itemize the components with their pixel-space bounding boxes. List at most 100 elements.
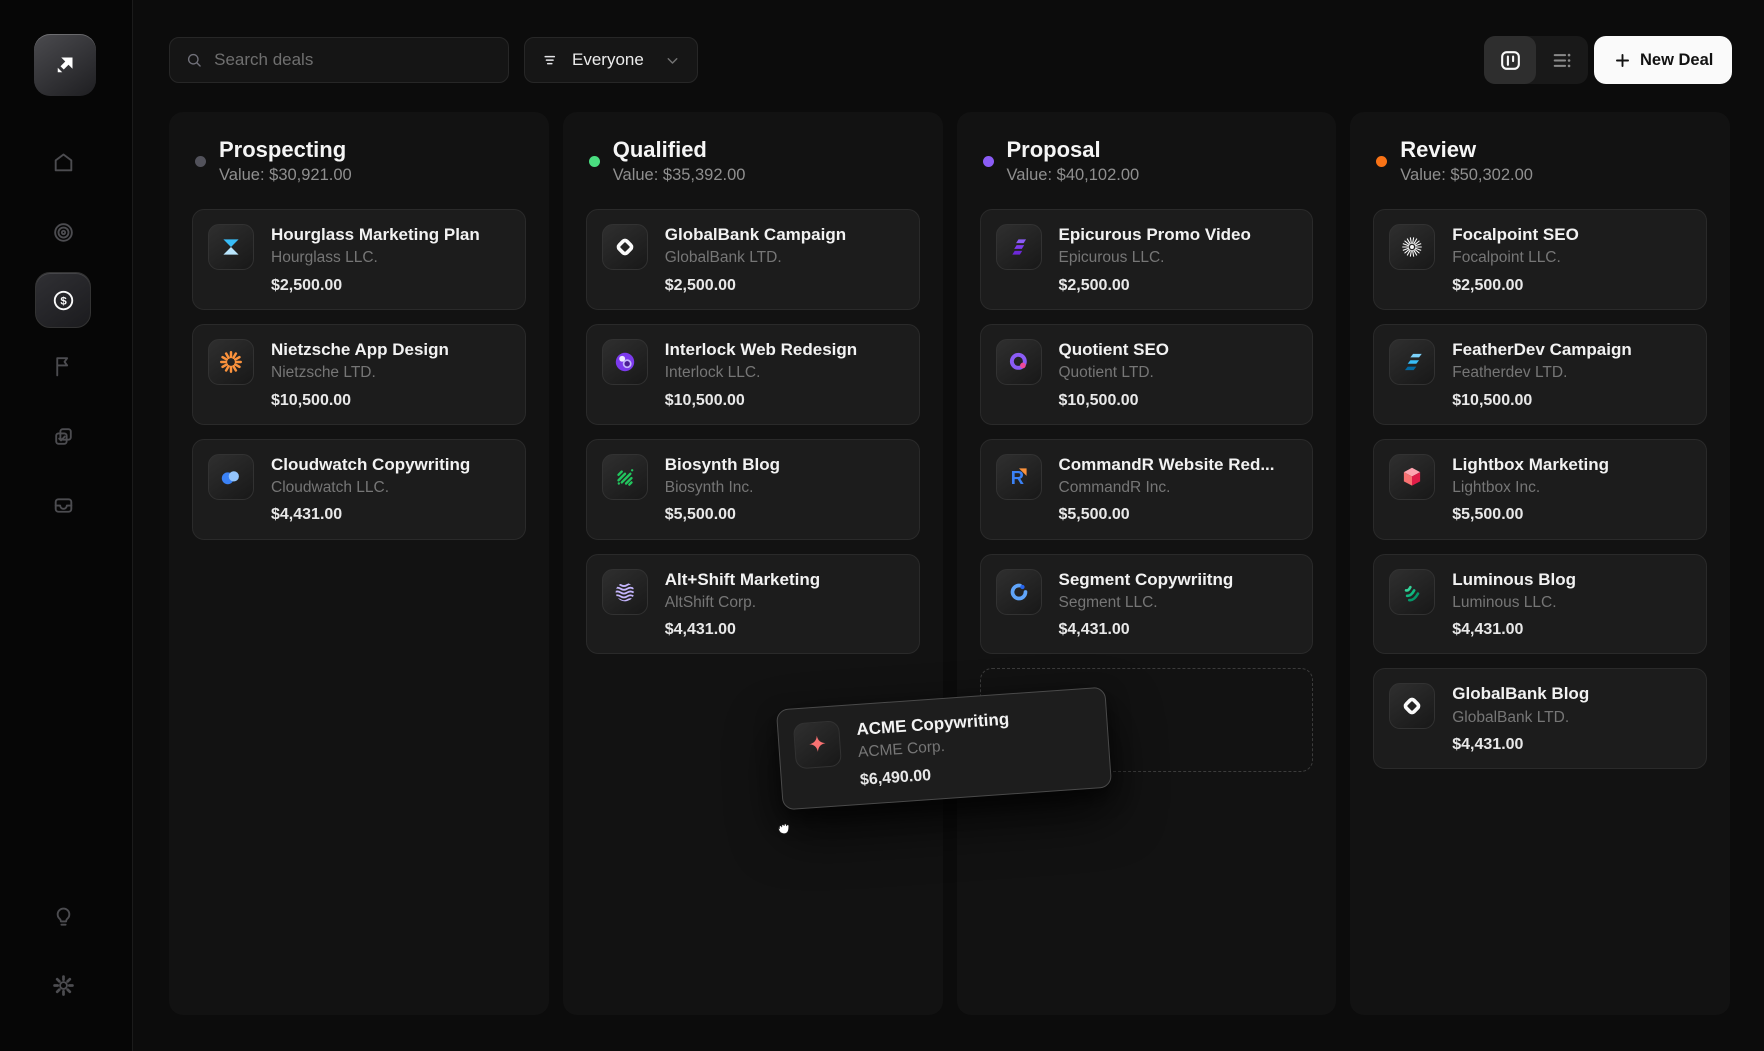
deal-card[interactable]: Biosynth Blog Biosynth Inc. $5,500.00: [586, 439, 920, 540]
flag-icon: [51, 354, 76, 379]
sidebar-item-ideas[interactable]: [39, 892, 87, 940]
home-icon: [51, 150, 76, 175]
deal-card[interactable]: FeatherDev CampaignFeatherdev LTD.$10,50…: [1373, 324, 1707, 425]
deal-title: Alt+Shift Marketing: [665, 569, 904, 590]
sidebar-item-home[interactable]: [39, 138, 87, 186]
column-proposal: Proposal Value: $40,102.00 Epicurous Promo…: [957, 112, 1337, 1015]
settings-icon: [51, 973, 76, 998]
deal-title: CommandR Website Red...: [1059, 454, 1298, 475]
card-list: GlobalBank CampaignGlobalBank LTD.$2,500…: [586, 209, 920, 654]
column-value: Value: $40,102.00: [1007, 166, 1140, 185]
arrow-logo-icon: [50, 50, 80, 80]
deal-title: Hourglass Marketing Plan: [271, 224, 510, 245]
deal-amount: $4,431.00: [1059, 620, 1298, 639]
deal-amount: $2,500.00: [271, 276, 510, 295]
deal-amount: $5,500.00: [1059, 505, 1298, 524]
deal-amount: $10,500.00: [665, 391, 904, 410]
epicurous-icon: [996, 224, 1042, 270]
app-logo[interactable]: [34, 34, 96, 96]
altshift-icon: [602, 569, 648, 615]
deals-icon: $: [51, 288, 76, 313]
new-deal-button[interactable]: New Deal: [1594, 36, 1732, 84]
ideas-icon: [51, 904, 76, 929]
deal-card[interactable]: Lightbox MarketingLightbox Inc.$5,500.00: [1373, 439, 1707, 540]
featherdev-icon: [1389, 339, 1435, 385]
deal-title: Interlock Web Redesign: [665, 339, 904, 360]
deal-card[interactable]: Interlock Web Redesign Interlock LLC. $10,…: [586, 324, 920, 425]
column-prospecting: ProspectingValue: $30,921.00Hourglass Ma…: [169, 112, 549, 1015]
deal-card[interactable]: GlobalBank CampaignGlobalBank LTD.$2,500…: [586, 209, 920, 310]
deal-card[interactable]: Epicurous Promo VideoEpicurous LLC.$2,50…: [980, 209, 1314, 310]
deal-company: Interlock LLC.: [665, 363, 904, 382]
plus-icon: [1613, 51, 1632, 70]
deal-company: Quotient LTD.: [1059, 363, 1298, 382]
deal-company: Biosynth Inc.: [665, 478, 904, 497]
deal-title: Luminous Blog: [1452, 569, 1691, 590]
pipeline-board: ProspectingValue: $30,921.00Hourglass Ma…: [169, 112, 1730, 1015]
luminous-icon: [1389, 569, 1435, 615]
deal-card[interactable]: Hourglass Marketing Plan Hourglass LLC. $2…: [192, 209, 526, 310]
deal-company: Lightbox Inc.: [1452, 478, 1691, 497]
tasks-icon: [51, 424, 76, 449]
kanban-view-button[interactable]: [1484, 36, 1536, 84]
deal-title: Lightbox Marketing: [1452, 454, 1691, 475]
sidebar: $: [0, 0, 133, 1051]
list-view-button[interactable]: [1536, 36, 1588, 84]
sidebar-item-deals[interactable]: $: [35, 272, 91, 328]
deal-title: Biosynth Blog: [665, 454, 904, 475]
column-title: Qualified: [613, 138, 746, 162]
deal-amount: $4,431.00: [1452, 620, 1691, 639]
search-input[interactable]: [214, 50, 493, 70]
column-title: Proposal: [1007, 138, 1140, 162]
deal-amount: $4,431.00: [1452, 735, 1691, 754]
column-value: Value: $50,302.00: [1400, 166, 1533, 185]
deal-card[interactable]: Alt+Shift MarketingAltShift Corp.$4,431.…: [586, 554, 920, 655]
sidebar-item-settings[interactable]: [39, 961, 87, 1009]
stage-dot: [983, 156, 994, 167]
sidebar-item-tasks[interactable]: [39, 412, 87, 460]
target-icon: [51, 220, 76, 245]
column-header: ReviewValue: $50,302.00: [1373, 138, 1707, 185]
column-value: Value: $30,921.00: [219, 166, 352, 185]
deal-company: Hourglass LLC.: [271, 248, 510, 267]
deal-company: Nietzsche LTD.: [271, 363, 510, 382]
column-value: Value: $35,392.00: [613, 166, 746, 185]
list-icon: [1550, 48, 1575, 73]
deal-card[interactable]: RCommandR Website Red...CommandR Inc.$5,…: [980, 439, 1314, 540]
sidebar-item-inbox[interactable]: [39, 481, 87, 529]
segment-icon: [996, 569, 1042, 615]
deal-amount: $2,500.00: [1059, 276, 1298, 295]
sidebar-item-target[interactable]: [39, 208, 87, 256]
assignee-filter-dropdown[interactable]: Everyone: [524, 37, 698, 83]
commandr-icon: R: [996, 454, 1042, 500]
deal-card[interactable]: Focalpoint SEOFocalpoint LLC.$2,500.00: [1373, 209, 1707, 310]
deal-title: Segment Copywriitng: [1059, 569, 1298, 590]
deal-title: Focalpoint SEO: [1452, 224, 1691, 245]
deal-card[interactable]: Nietzsche App DesignNietzsche LTD.$10,50…: [192, 324, 526, 425]
column-header: Proposal Value: $40,102.00: [980, 138, 1314, 185]
search-icon: [185, 50, 203, 70]
sidebar-item-flag[interactable]: [39, 342, 87, 390]
svg-text:R: R: [1010, 467, 1023, 488]
svg-text:$: $: [60, 295, 67, 307]
stage-dot: [1376, 156, 1387, 167]
deal-card[interactable]: Luminous BlogLuminous LLC.$4,431.00: [1373, 554, 1707, 655]
deal-amount: $5,500.00: [665, 505, 904, 524]
filter-selected-value: Everyone: [572, 50, 653, 70]
deal-title: GlobalBank Campaign: [665, 224, 904, 245]
focalpoint-icon: [1389, 224, 1435, 270]
deal-card[interactable]: GlobalBank BlogGlobalBank LTD.$4,431.00: [1373, 668, 1707, 769]
deal-card[interactable]: Quotient SEOQuotient LTD.$10,500.00: [980, 324, 1314, 425]
deal-company: Epicurous LLC.: [1059, 248, 1298, 267]
deal-card[interactable]: Cloudwatch CopywritingCloudwatch LLC.$4,…: [192, 439, 526, 540]
deal-amount: $10,500.00: [1452, 391, 1691, 410]
globalbank-icon: [602, 224, 648, 270]
deal-company: Focalpoint LLC.: [1452, 248, 1691, 267]
search-deals-box[interactable]: [169, 37, 509, 83]
card-list: Epicurous Promo VideoEpicurous LLC.$2,50…: [980, 209, 1314, 772]
deal-title: Nietzsche App Design: [271, 339, 510, 360]
card-list: Hourglass Marketing Plan Hourglass LLC. $2…: [192, 209, 526, 539]
deal-card[interactable]: Segment CopywriitngSegment LLC.$4,431.00: [980, 554, 1314, 655]
new-deal-label: New Deal: [1640, 51, 1713, 70]
column-qualified: Qualified Value: $35,392.00 GlobalBank Cam…: [563, 112, 943, 1015]
